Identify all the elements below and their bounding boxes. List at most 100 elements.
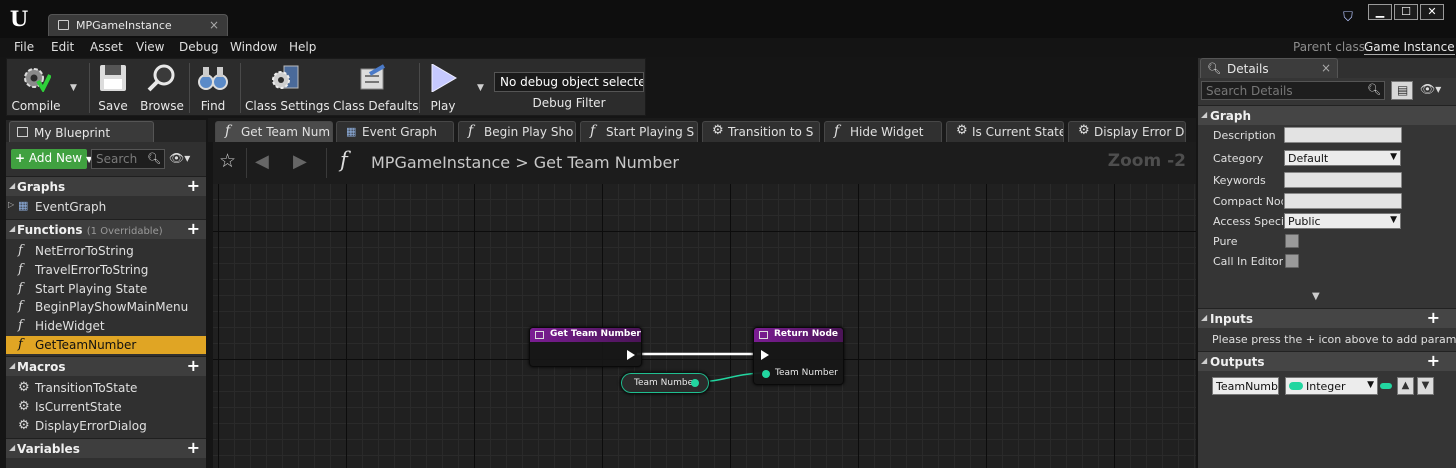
- class-settings-button[interactable]: Class Settings: [245, 59, 330, 115]
- tab-is-current-state[interactable]: ⚙ Is Current State: [946, 121, 1064, 142]
- find-label: Find: [200, 99, 226, 113]
- parent-class-link[interactable]: Game Instance: [1364, 40, 1455, 55]
- find-button[interactable]: Find: [193, 59, 233, 115]
- advanced-expand-arrow-icon[interactable]: ▼: [1312, 291, 1320, 302]
- call-in-editor-checkbox[interactable]: [1285, 254, 1299, 268]
- tab-start-playing-state[interactable]: f Start Playing S: [580, 121, 698, 142]
- collapse-triangle-icon: ◢: [1201, 356, 1208, 365]
- team-number-in-pin[interactable]: [762, 370, 770, 378]
- menu-view[interactable]: View: [136, 40, 164, 54]
- tab-event-graph[interactable]: ▦ Event Graph: [336, 121, 454, 142]
- tab-get-team-number[interactable]: f Get Team Num: [215, 121, 333, 142]
- checklist-icon: [360, 64, 385, 90]
- graph-canvas[interactable]: ☆ ◀ ▶ f MPGameInstance > Get Team Number…: [213, 142, 1196, 468]
- function-item[interactable]: f Start Playing State: [6, 280, 206, 298]
- close-tab-icon[interactable]: ×: [209, 18, 219, 32]
- graduation-cap-icon[interactable]: ⛉: [1340, 10, 1356, 26]
- compact-node-field[interactable]: [1284, 193, 1402, 209]
- compile-button[interactable]: Compile: [7, 59, 65, 115]
- add-macro-icon[interactable]: +: [187, 356, 200, 375]
- menu-debug[interactable]: Debug: [179, 40, 218, 54]
- parent-class-label: Parent class:: [1293, 40, 1370, 54]
- function-item[interactable]: f TravelErrorToString: [6, 261, 206, 279]
- tab-begin-play-show[interactable]: f Begin Play Sho: [458, 121, 576, 142]
- function-entry-icon: [535, 331, 544, 339]
- output-type-dropdown[interactable]: Integer ▼: [1285, 377, 1378, 395]
- pure-checkbox[interactable]: [1285, 234, 1299, 248]
- tab-transition-to-state[interactable]: ⚙ Transition to S: [702, 121, 820, 142]
- tab-hide-widget[interactable]: f Hide Widget: [824, 121, 942, 142]
- function-item[interactable]: f BeginPlayShowMainMenu: [6, 298, 206, 316]
- exec-out-pin[interactable]: [627, 350, 635, 360]
- menu-file[interactable]: File: [14, 40, 34, 54]
- team-number-variable-node[interactable]: Team Number: [620, 372, 710, 394]
- macro-item[interactable]: ⚙ IsCurrentState: [6, 398, 206, 416]
- search-icon: 🔍︎: [1367, 83, 1381, 96]
- return-node[interactable]: Return Node Team Number: [753, 327, 844, 385]
- view-options-eye-icon[interactable]: 👁︎▾: [1420, 82, 1441, 96]
- add-function-icon[interactable]: +: [187, 219, 200, 238]
- class-defaults-button[interactable]: Class Defaults: [333, 59, 418, 115]
- graph-section-header[interactable]: ◢ Graph: [1198, 105, 1456, 125]
- outputs-section-header[interactable]: ◢ Outputs +: [1198, 351, 1456, 371]
- close-window-button[interactable]: ✕: [1420, 4, 1444, 20]
- function-item[interactable]: f HideWidget: [6, 317, 206, 335]
- move-down-button[interactable]: ▼: [1417, 377, 1434, 395]
- details-search-input[interactable]: Search Details 🔍︎: [1201, 81, 1385, 100]
- output-name-field[interactable]: TeamNumbe: [1212, 377, 1279, 395]
- view-options-eye-icon[interactable]: 👁︎▾: [169, 151, 190, 165]
- functions-section-header[interactable]: ◢ Functions (1 Overridable) +: [6, 219, 206, 239]
- description-field[interactable]: [1284, 127, 1402, 143]
- maximize-button[interactable]: ☐: [1394, 4, 1418, 20]
- macro-item[interactable]: ⚙ TransitionToState: [6, 379, 206, 397]
- menu-asset[interactable]: Asset: [90, 40, 123, 54]
- function-item-selected[interactable]: f GetTeamNumber: [6, 336, 206, 354]
- access-specifier-dropdown[interactable]: Public ▼: [1284, 213, 1401, 229]
- save-disk-icon: [100, 65, 126, 91]
- get-team-number-entry-node[interactable]: Get Team Number: [529, 327, 642, 367]
- add-new-button[interactable]: + Add New ▼: [11, 149, 92, 169]
- add-output-icon[interactable]: +: [1427, 351, 1440, 370]
- menu-edit[interactable]: Edit: [51, 40, 74, 54]
- macro-item[interactable]: ⚙ DisplayErrorDialog: [6, 417, 206, 435]
- move-up-button[interactable]: ▲: [1397, 377, 1414, 395]
- property-matrix-button[interactable]: ▤: [1391, 81, 1413, 100]
- blueprint-icon: [17, 127, 28, 137]
- variables-section-header[interactable]: ◢ Variables +: [6, 438, 206, 458]
- category-dropdown[interactable]: Default ▼: [1284, 150, 1401, 166]
- menu-window[interactable]: Window: [230, 40, 277, 54]
- graph-item-eventgraph[interactable]: ▷ ▦ EventGraph: [6, 198, 206, 216]
- compile-options-arrow-icon[interactable]: ▼: [70, 83, 77, 93]
- browse-button[interactable]: Browse: [139, 59, 185, 115]
- team-number-out-pin[interactable]: [691, 379, 699, 387]
- add-input-icon[interactable]: +: [1427, 308, 1440, 327]
- macros-section-header[interactable]: ◢ Macros +: [6, 356, 206, 376]
- inputs-section-header[interactable]: ◢ Inputs +: [1198, 308, 1456, 328]
- blueprint-search-input[interactable]: Search 🔍︎: [91, 149, 165, 169]
- function-item[interactable]: f NetErrorToString: [6, 242, 206, 260]
- exec-in-pin[interactable]: [761, 350, 769, 360]
- play-options-arrow-icon[interactable]: ▼: [477, 83, 484, 93]
- my-blueprint-body: + Add New ▼ Search 🔍︎ 👁︎▾ ◢ Graphs + ▷ ▦…: [6, 142, 206, 468]
- my-blueprint-tab[interactable]: My Blueprint: [9, 121, 154, 142]
- single-value-container-icon[interactable]: [1380, 383, 1392, 389]
- debug-object-dropdown[interactable]: No debug object selected ▼: [494, 72, 644, 92]
- menu-help[interactable]: Help: [289, 40, 316, 54]
- event-graph-icon: ▦: [18, 199, 29, 212]
- macro-gear-icon: ⚙: [712, 123, 724, 138]
- tab-display-error-dialog[interactable]: ⚙ Display Error D: [1068, 121, 1186, 142]
- add-graph-icon[interactable]: +: [187, 176, 200, 195]
- collapse-triangle-icon: ◢: [1201, 110, 1208, 119]
- expand-triangle-icon[interactable]: ▷: [8, 200, 14, 209]
- document-tab[interactable]: MPGameInstance ×: [48, 14, 228, 36]
- keywords-field[interactable]: [1284, 172, 1402, 188]
- add-variable-icon[interactable]: +: [187, 438, 200, 457]
- close-tab-icon[interactable]: ×: [1321, 61, 1331, 75]
- details-tab[interactable]: 🔍︎ Details ×: [1200, 58, 1338, 78]
- variables-section-title: Variables: [17, 442, 80, 456]
- play-button[interactable]: Play: [423, 59, 463, 115]
- minimize-button[interactable]: ▁: [1368, 4, 1392, 20]
- graphs-section-header[interactable]: ◢ Graphs +: [6, 176, 206, 196]
- class-settings-label: Class Settings: [245, 99, 330, 113]
- save-button[interactable]: Save: [93, 59, 133, 115]
